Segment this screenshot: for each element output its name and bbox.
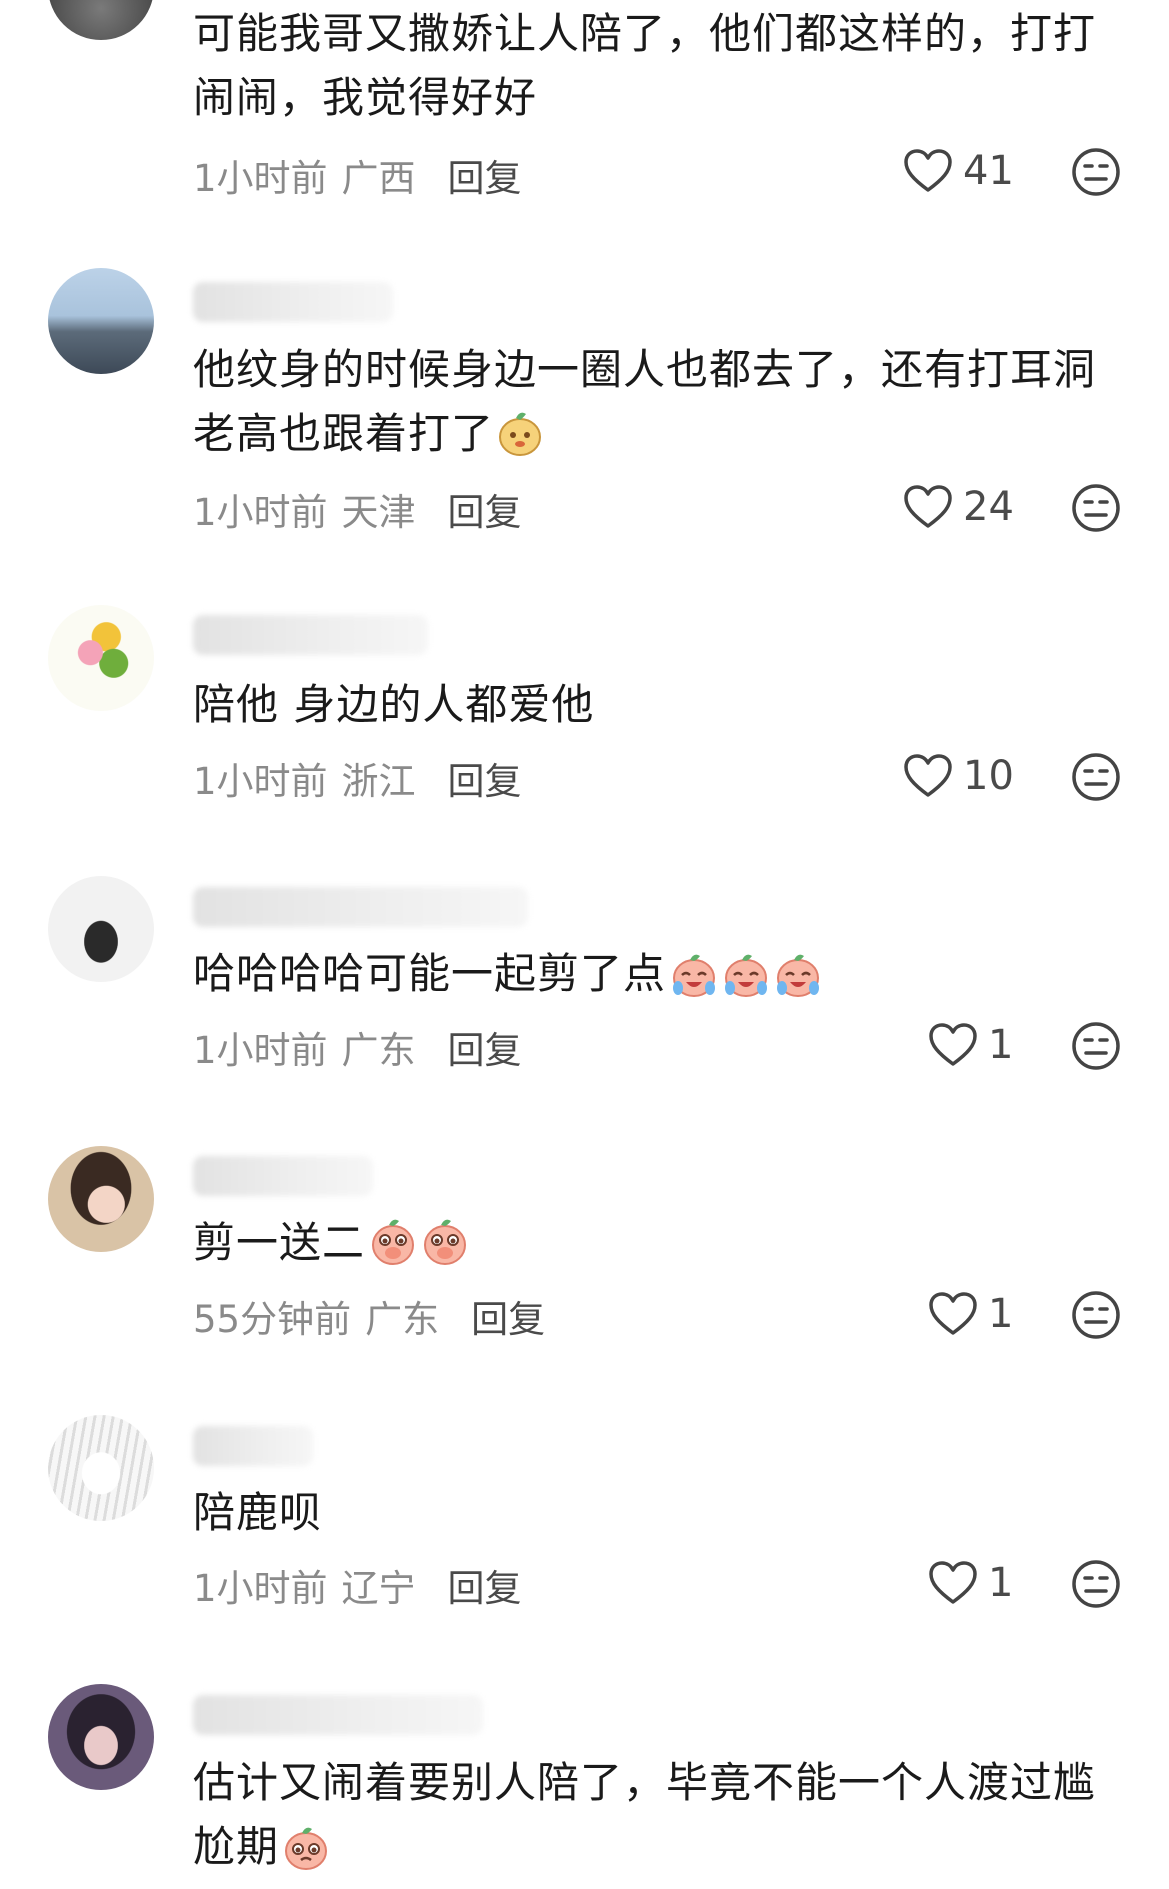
reply-button[interactable]: 回复: [448, 760, 522, 803]
username-blurred[interactable]: [193, 1156, 373, 1196]
heart-icon: [904, 485, 952, 528]
like-count: 1: [988, 1291, 1014, 1337]
username-blurred[interactable]: [193, 1695, 483, 1735]
like-count: 1: [988, 1560, 1014, 1606]
comment-text: 估计又闹着要别人陪了，毕竟不能一个人渡过尴尬期: [193, 1751, 1123, 1889]
comment-text: 可能我哥又撒娇让人陪了，他们都这样的，打打闹闹，我觉得好好: [193, 9, 1097, 122]
heart-icon: [904, 149, 952, 192]
comment-time: 1小时前: [193, 491, 328, 534]
reply-button[interactable]: 回复: [448, 1567, 522, 1610]
comment-meta: 1小时前 辽宁 回复: [193, 1558, 536, 1612]
comment-text: 他纹身的时候身边一圈人也都去了，还有打耳洞老高也跟着打了: [193, 338, 1123, 476]
reply-button[interactable]: 回复: [471, 1298, 545, 1341]
like-button[interactable]: 1: [928, 1022, 1013, 1068]
avatar[interactable]: [48, 1684, 154, 1790]
reply-button[interactable]: 回复: [448, 491, 522, 534]
comment-meta: 1小时前 广东 回复: [193, 1020, 536, 1074]
reply-button[interactable]: 回复: [448, 157, 522, 200]
comment-text: 哈哈哈哈可能一起剪了点: [193, 942, 1123, 1016]
avatar[interactable]: [48, 1146, 154, 1252]
dislike-icon[interactable]: [1070, 1558, 1122, 1610]
comment-meta: 1小时前 广西 回复: [193, 148, 536, 202]
like-button[interactable]: 41: [903, 148, 1014, 194]
comment-region: 辽宁: [341, 1567, 416, 1610]
heart-icon: [929, 1561, 977, 1604]
like-button[interactable]: 10: [903, 753, 1014, 799]
comment-region: 天津: [341, 491, 416, 534]
comment-meta: 1小时前 天津 回复: [193, 482, 536, 536]
comment-region: 广东: [341, 1029, 416, 1072]
comment-meta: 1小时前 浙江 回复: [193, 751, 536, 805]
heart-icon: [929, 1023, 977, 1066]
covering-mouth-emoji-icon: [367, 1213, 471, 1285]
comment-text: 陪鹿呗: [193, 1488, 323, 1537]
comment-time: 55分钟前: [193, 1298, 352, 1341]
username-blurred[interactable]: [193, 615, 428, 655]
heart-icon: [904, 754, 952, 797]
dislike-icon[interactable]: [1070, 751, 1122, 803]
avatar[interactable]: [48, 1415, 154, 1521]
comment-region: 广西: [341, 157, 416, 200]
comment-time: 1小时前: [193, 1567, 328, 1610]
like-count: 41: [963, 148, 1014, 194]
dislike-icon[interactable]: [1070, 1020, 1122, 1072]
comment-region: 广东: [365, 1298, 440, 1341]
reply-button[interactable]: 回复: [448, 1029, 522, 1072]
crying-laugh-emoji-icon: [668, 948, 824, 1016]
dislike-icon[interactable]: [1070, 482, 1122, 534]
like-count: 1: [988, 1022, 1014, 1068]
comment-text: 剪一送二: [193, 1211, 1123, 1285]
username-blurred[interactable]: [193, 282, 393, 322]
like-button[interactable]: 1: [928, 1291, 1013, 1337]
like-count: 10: [963, 753, 1014, 799]
like-button[interactable]: 24: [903, 484, 1014, 530]
comment-time: 1小时前: [193, 157, 328, 200]
avatar[interactable]: [48, 876, 154, 982]
avatar[interactable]: [48, 268, 154, 374]
peach-emoji-icon: [496, 408, 544, 476]
comment-text: 陪他 身边的人都爱他: [193, 680, 595, 729]
like-button[interactable]: 1: [928, 1560, 1013, 1606]
comment-meta: 55分钟前 广东 回复: [193, 1289, 559, 1343]
heart-icon: [929, 1292, 977, 1335]
comment-time: 1小时前: [193, 1029, 328, 1072]
dislike-icon[interactable]: [1070, 1289, 1122, 1341]
username-blurred[interactable]: [193, 1426, 313, 1466]
avatar[interactable]: [48, 605, 154, 711]
dislike-icon[interactable]: [1070, 146, 1122, 198]
username-blurred[interactable]: [193, 887, 528, 927]
like-count: 24: [963, 484, 1014, 530]
avatar[interactable]: [48, 0, 154, 40]
comment-region: 浙江: [341, 760, 416, 803]
comment-time: 1小时前: [193, 760, 328, 803]
tearful-emoji-icon: [281, 1821, 331, 1889]
